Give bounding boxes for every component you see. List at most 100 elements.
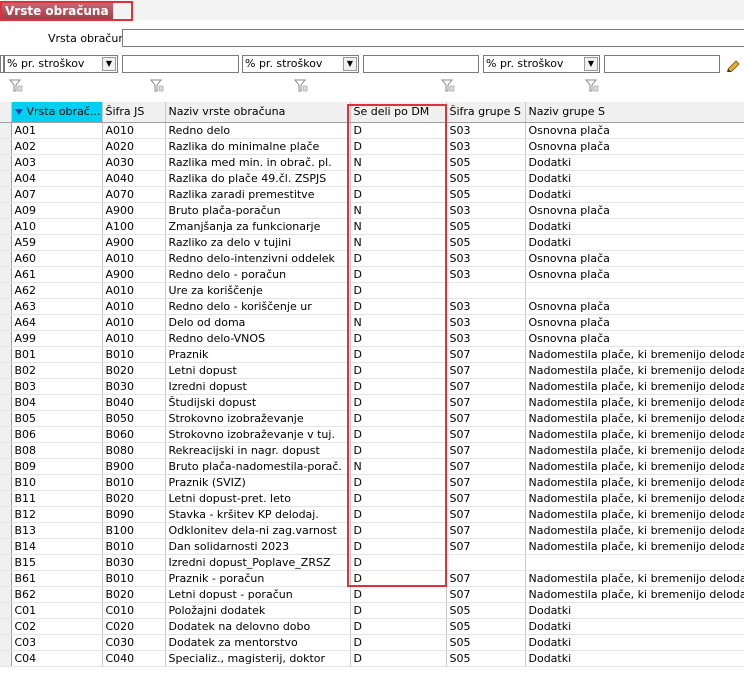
table-row[interactable]: B04 B040 Študijski dopust D S07 Nadomestila p… xyxy=(0,394,744,411)
cell-naziv-vrste[interactable]: Položajni dodatek xyxy=(165,602,351,619)
row-selector[interactable] xyxy=(0,154,12,171)
cell-sifra-js[interactable]: B900 xyxy=(102,458,166,475)
cell-naziv-vrste[interactable]: Specializ., magisterij, doktor xyxy=(165,650,351,667)
cell-naziv-grupe[interactable]: Nadomestila plače, ki bremenijo delodaja… xyxy=(525,346,744,363)
cell-sifra-js[interactable]: A010 xyxy=(102,298,166,315)
cell-vrsta[interactable]: A03 xyxy=(11,154,103,171)
cell-naziv-grupe[interactable]: Dodatki xyxy=(525,186,744,203)
table-row[interactable]: A09 A900 Bruto plača-poračun N S03 Osnovna pl… xyxy=(0,202,744,219)
cell-se-deli-po-dm[interactable]: D xyxy=(350,474,447,491)
cell-naziv-grupe[interactable]: Osnovna plača xyxy=(525,266,744,283)
cell-sifra-grupe[interactable]: S07 xyxy=(446,506,526,523)
cell-vrsta[interactable]: B61 xyxy=(11,570,103,587)
cell-sifra-grupe[interactable]: S07 xyxy=(446,362,526,379)
cell-naziv-vrste[interactable]: Razlika do minimalne plače xyxy=(165,138,351,155)
cell-sifra-grupe[interactable]: S05 xyxy=(446,170,526,187)
cell-sifra-js[interactable]: B020 xyxy=(102,362,166,379)
cell-sifra-js[interactable]: A900 xyxy=(102,266,166,283)
cell-sifra-js[interactable]: C020 xyxy=(102,618,166,635)
cell-naziv-vrste[interactable]: Letni dopust xyxy=(165,362,351,379)
cell-naziv-grupe[interactable]: Dodatki xyxy=(525,634,744,651)
row-selector[interactable] xyxy=(0,522,12,539)
row-selector[interactable] xyxy=(0,602,12,619)
cell-naziv-vrste[interactable]: Strokovno izobraževanje v tuj. xyxy=(165,426,351,443)
table-row[interactable]: B08 B080 Rekreacijski in nagr. dopust D S07 N… xyxy=(0,442,744,459)
table-row[interactable]: A64 A010 Delo od doma N S03 Osnovna plača xyxy=(0,314,744,331)
filter-funnel-icon[interactable] xyxy=(294,79,308,93)
cell-vrsta[interactable]: B15 xyxy=(11,554,103,571)
cell-sifra-grupe[interactable]: S05 xyxy=(446,618,526,635)
cell-sifra-grupe[interactable]: S07 xyxy=(446,458,526,475)
column-header-sifra-js[interactable]: Šifra JS xyxy=(102,102,166,123)
row-selector[interactable] xyxy=(0,330,12,347)
cell-vrsta[interactable]: A63 xyxy=(11,298,103,315)
cell-se-deli-po-dm[interactable]: N xyxy=(350,458,447,475)
cell-sifra-grupe[interactable]: S05 xyxy=(446,154,526,171)
table-row[interactable]: B61 B010 Praznik - poračun D S07 Nadomestila … xyxy=(0,570,744,587)
column-header-sifra-grupe[interactable]: Šifra grupe S xyxy=(446,102,526,123)
cell-sifra-grupe[interactable]: S07 xyxy=(446,586,526,603)
cell-sifra-js[interactable]: B100 xyxy=(102,522,166,539)
cell-naziv-vrste[interactable]: Dodatek za mentorstvo xyxy=(165,634,351,651)
cell-naziv-grupe[interactable]: Dodatki xyxy=(525,234,744,251)
cell-sifra-js[interactable]: A010 xyxy=(102,330,166,347)
cell-naziv-grupe[interactable] xyxy=(525,282,744,299)
cell-naziv-vrste[interactable]: Rekreacijski in nagr. dopust xyxy=(165,442,351,459)
cell-se-deli-po-dm[interactable]: D xyxy=(350,442,447,459)
cell-naziv-grupe[interactable]: Nadomestila plače, ki bremenijo delodaja… xyxy=(525,586,744,603)
row-selector[interactable] xyxy=(0,490,12,507)
table-row[interactable]: B62 B020 Letni dopust - poračun D S07 Nadomes… xyxy=(0,586,744,603)
cell-sifra-js[interactable]: B050 xyxy=(102,410,166,427)
table-row[interactable]: A63 A010 Redno delo - koriščenje ur D S03 Osn… xyxy=(0,298,744,315)
row-selector[interactable] xyxy=(0,634,12,651)
table-row[interactable]: C03 C030 Dodatek za mentorstvo D S05 Dodatki xyxy=(0,634,744,651)
table-row[interactable]: C04 C040 Specializ., magisterij, doktor D S0… xyxy=(0,650,744,667)
cell-sifra-grupe[interactable]: S03 xyxy=(446,266,526,283)
cell-sifra-grupe[interactable]: S05 xyxy=(446,186,526,203)
cell-vrsta[interactable]: B01 xyxy=(11,346,103,363)
cell-se-deli-po-dm[interactable]: N xyxy=(350,202,447,219)
filter-input-col2[interactable] xyxy=(122,55,239,73)
cell-sifra-js[interactable]: B090 xyxy=(102,506,166,523)
cell-vrsta[interactable]: A64 xyxy=(11,314,103,331)
cell-vrsta[interactable]: B05 xyxy=(11,410,103,427)
chevron-down-icon[interactable]: ▼ xyxy=(102,57,116,71)
column-header-naziv-grupe[interactable]: Naziv grupe S xyxy=(525,102,744,123)
row-selector[interactable] xyxy=(0,346,12,363)
table-row[interactable]: A04 A040 Razlika do plače 49.čl. ZSPJS D S05… xyxy=(0,170,744,187)
column-header-vrsta[interactable]: Vrsta obrač... xyxy=(11,102,103,123)
cell-naziv-grupe[interactable]: Osnovna plača xyxy=(525,122,744,139)
cell-naziv-vrste[interactable]: Redno delo-VNOS xyxy=(165,330,351,347)
table-row[interactable]: A62 A010 Ure za koriščenje D xyxy=(0,282,744,299)
row-selector[interactable] xyxy=(0,618,12,635)
table-row[interactable]: A99 A010 Redno delo-VNOS D S03 Osnovna plača xyxy=(0,330,744,347)
cell-sifra-grupe[interactable]: S07 xyxy=(446,426,526,443)
cell-naziv-vrste[interactable]: Razlika do plače 49.čl. ZSPJS xyxy=(165,170,351,187)
cell-naziv-grupe[interactable]: Dodatki xyxy=(525,170,744,187)
cell-se-deli-po-dm[interactable]: N xyxy=(350,218,447,235)
cell-se-deli-po-dm[interactable]: D xyxy=(350,602,447,619)
cell-naziv-vrste[interactable]: Študijski dopust xyxy=(165,394,351,411)
table-row[interactable]: A02 A020 Razlika do minimalne plače D S03 Osn… xyxy=(0,138,744,155)
cell-naziv-grupe[interactable]: Dodatki xyxy=(525,650,744,667)
cell-naziv-vrste[interactable]: Izredni dopust_Poplave_ZRSZ xyxy=(165,554,351,571)
cell-naziv-vrste[interactable]: Dodatek na delovno dobo xyxy=(165,618,351,635)
cell-sifra-js[interactable]: A010 xyxy=(102,282,166,299)
table-row[interactable]: B15 B030 Izredni dopust_Poplave_ZRSZ D xyxy=(0,554,744,571)
column-header-naziv-vrste[interactable]: Naziv vrste obračuna xyxy=(165,102,351,123)
cell-naziv-grupe[interactable]: Dodatki xyxy=(525,154,744,171)
combo-pr-stroskov-2[interactable]: % pr. stroškov ▼ xyxy=(242,55,359,73)
cell-sifra-grupe[interactable]: S03 xyxy=(446,330,526,347)
cell-naziv-grupe[interactable]: Osnovna plača xyxy=(525,138,744,155)
cell-naziv-vrste[interactable]: Redno delo - koriščenje ur xyxy=(165,298,351,315)
cell-naziv-vrste[interactable]: Razlika zaradi premestitve xyxy=(165,186,351,203)
row-selector[interactable] xyxy=(0,426,12,443)
cell-se-deli-po-dm[interactable]: D xyxy=(350,170,447,187)
cell-naziv-vrste[interactable]: Redno delo-intenzivni oddelek xyxy=(165,250,351,267)
cell-se-deli-po-dm[interactable]: D xyxy=(350,522,447,539)
cell-vrsta[interactable]: A62 xyxy=(11,282,103,299)
cell-se-deli-po-dm[interactable]: D xyxy=(350,634,447,651)
cell-sifra-js[interactable]: A070 xyxy=(102,186,166,203)
cell-sifra-js[interactable]: A020 xyxy=(102,138,166,155)
table-row[interactable]: B12 B090 Stavka - kršitev KP delodaj. D S07 N… xyxy=(0,506,744,523)
